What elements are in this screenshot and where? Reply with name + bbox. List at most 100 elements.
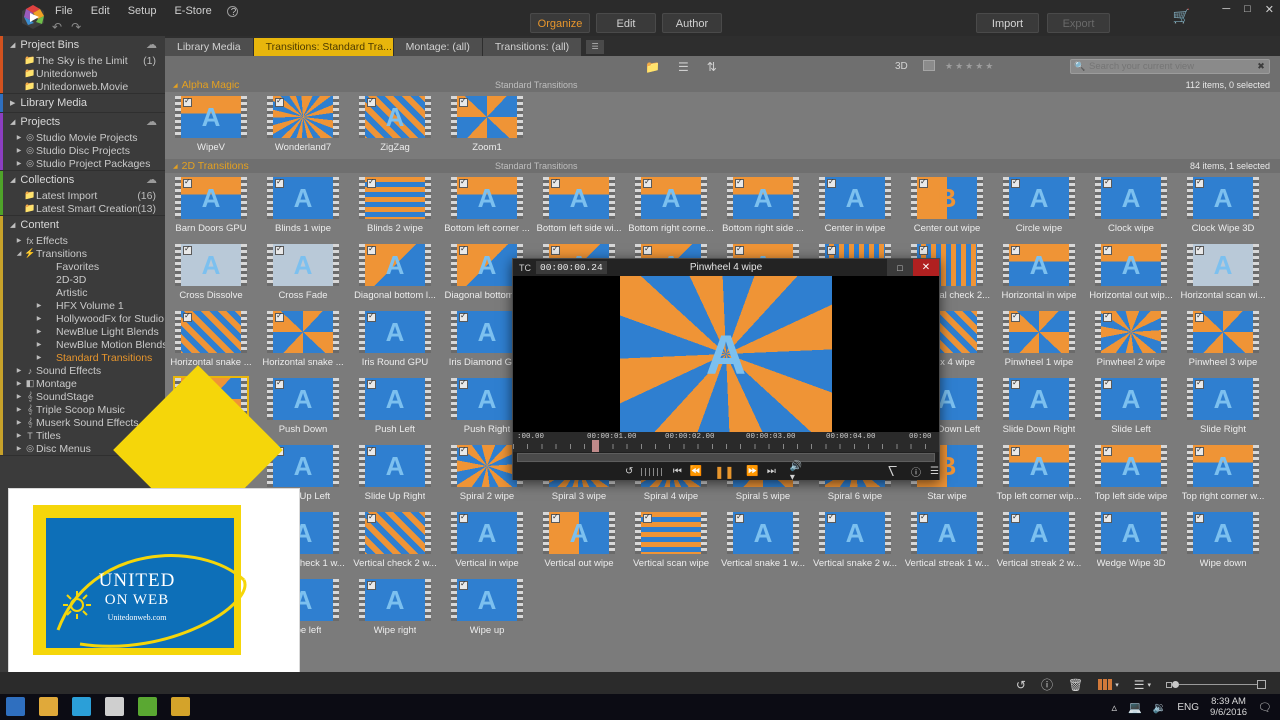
rating-filter-stars[interactable]: ★★★★★ bbox=[945, 61, 995, 72]
thumbnail-image[interactable]: A bbox=[175, 244, 247, 286]
sidebar-item-artistic[interactable]: Artistic bbox=[0, 286, 165, 299]
transition-thumbnail[interactable]: A Vertical streak 1 w... bbox=[901, 508, 993, 575]
selection-checkbox[interactable] bbox=[183, 177, 192, 188]
transition-thumbnail[interactable]: A Top left corner wip... bbox=[993, 441, 1085, 508]
pause-icon[interactable]: ❚❚ bbox=[714, 465, 734, 479]
player-video-area[interactable]: A bbox=[513, 276, 939, 432]
selection-checkbox[interactable] bbox=[919, 512, 928, 523]
thumbnail-image[interactable]: A bbox=[1095, 177, 1167, 219]
transition-thumbnail[interactable]: Pinwheel 2 wipe bbox=[1085, 307, 1177, 374]
sidebar-item-soundstage[interactable]: ▶ 𝄞 SoundStage bbox=[0, 390, 165, 403]
tab-library-media[interactable]: Library Media bbox=[165, 38, 254, 56]
thumbnail-image[interactable]: A bbox=[1187, 177, 1259, 219]
chevron-down-icon[interactable]: ◢ bbox=[173, 83, 178, 89]
step-forward-icon[interactable]: ⏩ bbox=[746, 466, 758, 477]
import-export-group[interactable]: Import Export bbox=[976, 13, 1110, 33]
transition-thumbnail[interactable]: B Center out wipe bbox=[901, 173, 993, 240]
mode-switcher[interactable]: Organize Edit Author bbox=[530, 13, 722, 33]
selection-checkbox[interactable] bbox=[275, 244, 284, 255]
transition-thumbnail[interactable]: A Slide Up Right bbox=[349, 441, 441, 508]
sidebar-item-studio-movie-projects[interactable]: ▶ ◎ Studio Movie Projects bbox=[0, 131, 165, 144]
transition-thumbnail[interactable]: A Barn Doors GPU bbox=[165, 173, 257, 240]
transition-thumbnail[interactable]: A Vertical streak 2 w... bbox=[993, 508, 1085, 575]
info-icon[interactable]: ⓘ bbox=[1041, 676, 1053, 693]
selection-checkbox[interactable] bbox=[367, 311, 376, 322]
fullscreen-icon[interactable]: ⎲ bbox=[888, 466, 897, 477]
sidebar-item-standard-transitions[interactable]: ▶ Standard Transitions bbox=[0, 351, 165, 364]
thumbnail-size-icon[interactable] bbox=[923, 60, 935, 71]
sidebar-item-sound-effects[interactable]: ▶ ♪ Sound Effects bbox=[0, 364, 165, 377]
selection-checkbox[interactable] bbox=[1103, 512, 1112, 523]
thumbnail-image[interactable]: A bbox=[359, 244, 431, 286]
transition-thumbnail[interactable]: A Push Down bbox=[257, 374, 349, 441]
transition-thumbnail[interactable]: A Blinds 1 wipe bbox=[257, 173, 349, 240]
mode-author-button[interactable]: Author bbox=[662, 13, 722, 33]
transition-thumbnail[interactable]: A Diagonal bottom l... bbox=[349, 240, 441, 307]
selection-checkbox[interactable] bbox=[183, 96, 192, 107]
transition-thumbnail[interactable]: A Bottom right side ... bbox=[717, 173, 809, 240]
selection-checkbox[interactable] bbox=[367, 378, 376, 389]
transition-thumbnail[interactable]: A Bottom left side wi... bbox=[533, 173, 625, 240]
thumbnail-image[interactable] bbox=[1003, 311, 1075, 353]
sidebar-item-montage[interactable]: ▶ ◧ Montage bbox=[0, 377, 165, 390]
selection-checkbox[interactable] bbox=[275, 177, 284, 188]
thumbnail-image[interactable]: A bbox=[175, 96, 247, 138]
thumbnail-image[interactable]: A bbox=[451, 579, 523, 621]
player-h-scrollbar[interactable] bbox=[517, 453, 935, 462]
chevron-down-icon[interactable]: ◢ bbox=[10, 41, 15, 49]
studio-icon[interactable] bbox=[138, 697, 157, 716]
transition-thumbnail[interactable]: A Clock Wipe 3D bbox=[1177, 173, 1269, 240]
transition-thumbnail[interactable]: A Iris Round GPU bbox=[349, 307, 441, 374]
selection-checkbox[interactable] bbox=[1011, 311, 1020, 322]
selection-checkbox[interactable] bbox=[643, 512, 652, 523]
chevron-down-icon[interactable]: ◢ bbox=[10, 221, 15, 229]
sidebar-item-unitedonweb-movie[interactable]: 📁 Unitedonweb.Movie bbox=[0, 80, 165, 93]
restore-icon[interactable]: □ bbox=[887, 259, 913, 276]
mode-organize-button[interactable]: Organize bbox=[530, 13, 590, 33]
browser-icon[interactable] bbox=[72, 697, 91, 716]
selection-checkbox[interactable] bbox=[459, 244, 468, 255]
sidebar-group-header-project-bins[interactable]: ◢ Project Bins ☁ bbox=[0, 36, 165, 54]
thumbnail-image[interactable]: A bbox=[1095, 445, 1167, 487]
new-tab-icon[interactable]: ☰ bbox=[586, 40, 605, 54]
transition-thumbnail[interactable]: A Top right corner w... bbox=[1177, 441, 1269, 508]
transition-thumbnail[interactable]: A ZigZag bbox=[349, 92, 441, 159]
selection-checkbox[interactable] bbox=[643, 244, 652, 255]
sort-icon[interactable]: ⇅ bbox=[707, 60, 717, 74]
transition-thumbnail[interactable]: A WipeV bbox=[165, 92, 257, 159]
selection-checkbox[interactable] bbox=[1103, 311, 1112, 322]
chevron-right-icon[interactable]: ▶ bbox=[34, 315, 44, 322]
transition-thumbnail[interactable]: A Vertical out wipe bbox=[533, 508, 625, 575]
menu-item-estore[interactable]: E-Store bbox=[171, 4, 214, 18]
selection-checkbox[interactable] bbox=[367, 445, 376, 456]
zoom-slider-knob[interactable] bbox=[1172, 681, 1179, 688]
player-scroll-row[interactable] bbox=[513, 452, 939, 463]
chevron-right-icon[interactable]: ▶ bbox=[14, 445, 24, 452]
thumbnail-image[interactable]: A bbox=[1187, 445, 1259, 487]
sidebar-item-2d-3d[interactable]: 2D-3D bbox=[0, 273, 165, 286]
sidebar-item-effects[interactable]: ▶ fx Effects bbox=[0, 234, 165, 247]
transition-thumbnail[interactable]: Pinwheel 1 wipe bbox=[993, 307, 1085, 374]
thumbnail-image[interactable]: A bbox=[175, 177, 247, 219]
thumbnail-image[interactable]: A bbox=[1187, 244, 1259, 286]
loop-icon[interactable]: ↺ bbox=[625, 466, 633, 477]
section-header[interactable]: ◢ Alpha Magic Standard Transitions 112 item… bbox=[165, 78, 1280, 92]
volume-icon[interactable]: 🔉 bbox=[1153, 701, 1167, 714]
redo-icon[interactable]: ↷ bbox=[71, 20, 81, 34]
selection-checkbox[interactable] bbox=[367, 244, 376, 255]
transition-thumbnail[interactable]: Wonderland7 bbox=[257, 92, 349, 159]
transition-thumbnail[interactable]: A Slide Left bbox=[1085, 374, 1177, 441]
selection-checkbox[interactable] bbox=[459, 177, 468, 188]
thumbnail-image[interactable]: A bbox=[1003, 445, 1075, 487]
undo-icon[interactable]: ↶ bbox=[52, 20, 62, 34]
chevron-right-icon[interactable]: ▶ bbox=[14, 419, 24, 426]
sidebar-item-studio-project-packages[interactable]: ▶ ◎ Studio Project Packages bbox=[0, 157, 165, 170]
browser-toolbar[interactable]: 📁 ☰ ⇅ 3D ★★★★★ 🔍 ✖ bbox=[165, 56, 1280, 78]
selection-checkbox[interactable] bbox=[551, 512, 560, 523]
menu-item-setup[interactable]: Setup bbox=[125, 4, 160, 18]
zoom-slider[interactable] bbox=[1166, 680, 1266, 689]
selection-checkbox[interactable] bbox=[1011, 177, 1020, 188]
thumbnail-image[interactable]: A bbox=[267, 378, 339, 420]
chevron-right-icon[interactable]: ▶ bbox=[34, 328, 44, 335]
list-view-icon[interactable]: ☰ bbox=[678, 60, 689, 74]
